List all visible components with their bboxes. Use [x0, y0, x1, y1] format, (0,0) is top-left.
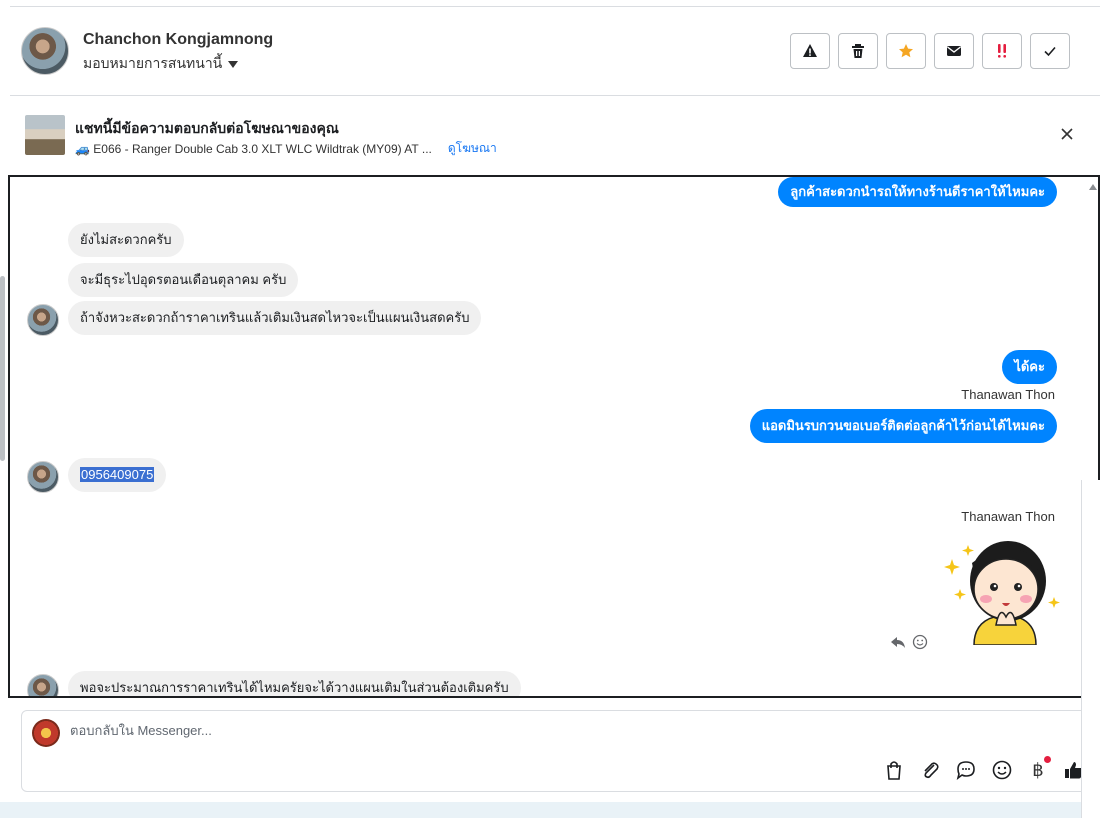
ad-banner-title: แชทนี้มีข้อความตอบกลับต่อโฆษณาของคุณ	[75, 120, 339, 136]
saved-reply-icon[interactable]	[955, 759, 977, 781]
ad-reply-banner: แชทนี้มีข้อความตอบกลับต่อโฆษณาของคุณ 🚙 E…	[10, 96, 1100, 174]
ad-banner-subtitle: 🚙 E066 - Ranger Double Cab 3.0 XLT WLC W…	[75, 139, 497, 158]
notification-dot	[1044, 755, 1051, 763]
left-scrollbar-thumb[interactable]	[0, 276, 5, 461]
trash-icon	[852, 44, 864, 58]
page-avatar	[32, 719, 60, 747]
ad-thumbnail[interactable]	[25, 115, 65, 155]
contact-name[interactable]: Chanchon Kongjamnong	[83, 31, 273, 49]
currency-glyph: ฿	[1032, 759, 1044, 780]
urgent-icon	[998, 44, 1006, 58]
shopping-bag-icon[interactable]	[883, 759, 905, 781]
scroll-up-arrow-icon[interactable]	[1088, 179, 1098, 194]
message-incoming[interactable]: จะมีธุระไปอุดรตอนเดือนตุลาคม ครับ	[68, 263, 299, 297]
attachment-icon[interactable]	[919, 759, 941, 781]
sender-name: Thanawan Thon	[961, 509, 1055, 524]
selected-phone-number[interactable]: 0956409075	[80, 467, 155, 482]
left-scrollbar[interactable]	[0, 96, 6, 796]
react-emoji-icon[interactable]	[912, 634, 928, 650]
envelope-icon	[947, 46, 961, 56]
close-icon[interactable]	[1060, 127, 1074, 141]
contact-avatar-small[interactable]	[27, 674, 59, 696]
sticker-girl-image[interactable]	[944, 533, 1062, 645]
emoji-icon[interactable]	[991, 759, 1013, 781]
message-outgoing[interactable]: ลูกค้าสะดวกนำรถให้ทางร้านดีราคาให้ไหมคะ	[778, 177, 1057, 207]
star-icon	[899, 44, 913, 58]
caret-down-icon	[228, 60, 239, 68]
follow-up-button[interactable]	[982, 33, 1022, 69]
sender-name: Thanawan Thon	[961, 387, 1055, 402]
conversation-header: Chanchon Kongjamnong มอบหมายการสนทนานี้	[10, 7, 1100, 96]
assign-label: มอบหมายการสนทนานี้	[83, 55, 223, 71]
check-icon	[1044, 46, 1056, 57]
message-incoming[interactable]: พอจะประมาณการราคาเทรินได้ไหมครัยจะได้วาง…	[68, 671, 521, 696]
view-ad-link[interactable]: ดูโฆษณา	[448, 139, 497, 158]
contact-avatar-small[interactable]	[27, 304, 59, 336]
mark-unread-button[interactable]	[934, 33, 974, 69]
message-outgoing[interactable]: แอดมินรบกวนขอเบอร์ติดต่อลูกค้าไว้ก่อนได้…	[749, 409, 1057, 443]
side-panel-edge	[1081, 480, 1100, 818]
assign-conversation-dropdown[interactable]: มอบหมายการสนทนานี้	[83, 53, 239, 75]
composer-toolbar: ฿	[883, 755, 1085, 781]
star-button[interactable]	[886, 33, 926, 69]
mark-done-button[interactable]	[1030, 33, 1070, 69]
reply-input[interactable]	[70, 723, 870, 738]
message-outgoing[interactable]: ได้คะ	[1002, 350, 1057, 384]
message-tools	[890, 634, 928, 650]
message-incoming[interactable]: ถ้าจังหวะสะดวกถ้าราคาเทรินแล้วเติมเงินสด…	[68, 301, 482, 335]
conversation-actions	[790, 33, 1070, 69]
ad-name: 🚙 E066 - Ranger Double Cab 3.0 XLT WLC W…	[75, 141, 432, 156]
contact-avatar[interactable]	[21, 27, 69, 75]
payment-icon[interactable]: ฿	[1027, 755, 1051, 781]
warning-icon	[803, 44, 817, 57]
contact-avatar-small[interactable]	[27, 461, 59, 493]
bottom-status-strip	[0, 802, 1100, 818]
message-incoming[interactable]: ยังไม่สะดวกครับ	[68, 223, 184, 257]
reply-icon[interactable]	[890, 634, 906, 650]
message-thread[interactable]: ลูกค้าสะดวกนำรถให้ทางร้านดีราคาให้ไหมคะ …	[8, 175, 1100, 698]
mark-spam-button[interactable]	[790, 33, 830, 69]
message-incoming[interactable]: 0956409075	[68, 458, 167, 492]
delete-button[interactable]	[838, 33, 878, 69]
messenger-inbox: Chanchon Kongjamnong มอบหมายการสนทนานี้	[0, 0, 1100, 818]
message-composer: ฿	[21, 710, 1096, 792]
